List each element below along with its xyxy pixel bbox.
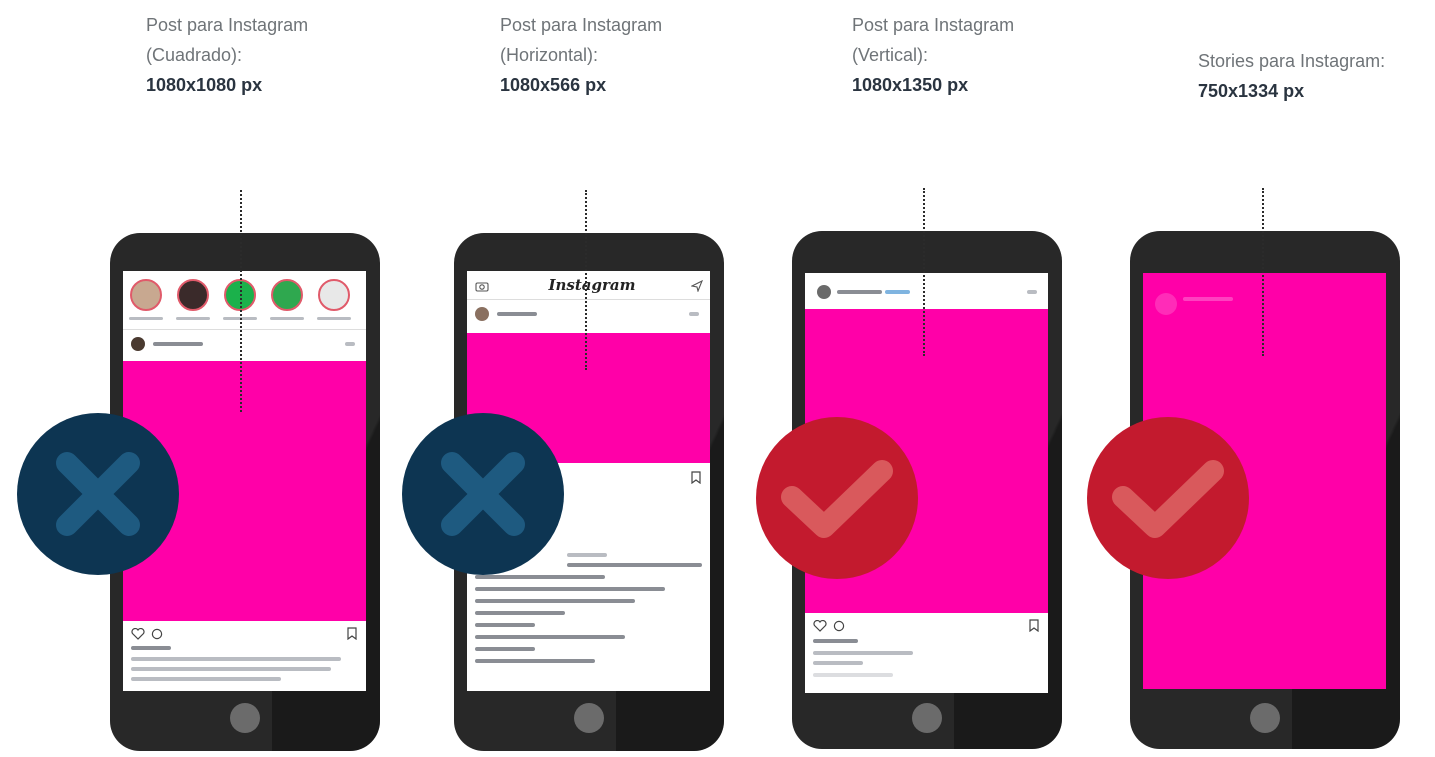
camera-icon (475, 282, 489, 292)
send-icon (691, 280, 703, 292)
bookmark-icon (347, 627, 357, 640)
story-avatar (177, 279, 209, 311)
cross-icon (56, 452, 140, 536)
heart-icon (813, 620, 827, 632)
dotted-guide (240, 190, 242, 412)
caption-horizontal: Post para Instagram (Horizontal): 1080x5… (500, 10, 662, 100)
valid-badge-vertical (756, 417, 918, 579)
story-avatar (1155, 293, 1177, 315)
heart-icon (131, 628, 145, 640)
caption-horizontal-line2: (Horizontal): (500, 45, 599, 65)
story-avatar (318, 279, 350, 311)
caption-square-size: 1080x1080 px (146, 75, 263, 95)
home-button (912, 703, 942, 733)
check-icon (1112, 460, 1224, 538)
post-avatar (475, 307, 489, 321)
dotted-guide (585, 190, 587, 370)
caption-square-line1: Post para Instagram (146, 15, 309, 35)
caption-stories: Stories para Instagram: 750x1334 px (1198, 46, 1385, 106)
caption-stories-size: 750x1334 px (1198, 81, 1305, 101)
invalid-badge-square (17, 413, 179, 575)
post-avatar (131, 337, 145, 351)
comment-icon (833, 620, 845, 632)
bookmark-icon (691, 471, 701, 484)
home-button (574, 703, 604, 733)
check-icon (781, 460, 893, 538)
home-button (1250, 703, 1280, 733)
comment-icon (151, 628, 163, 640)
bookmark-icon (1029, 619, 1039, 632)
caption-square-line2: (Cuadrado): (146, 45, 243, 65)
invalid-badge-horizontal (402, 413, 564, 575)
caption-vertical-size: 1080x1350 px (852, 75, 969, 95)
valid-badge-stories (1087, 417, 1249, 579)
story-avatar (271, 279, 303, 311)
dotted-guide (1262, 188, 1264, 356)
caption-square: Post para Instagram (Cuadrado): 1080x108… (146, 10, 308, 100)
caption-vertical: Post para Instagram (Vertical): 1080x135… (852, 10, 1014, 100)
app-logo: Instagram (548, 276, 636, 294)
caption-vertical-line2: (Vertical): (852, 45, 929, 65)
story-avatar (130, 279, 162, 311)
cross-icon (441, 452, 525, 536)
caption-horizontal-line1: Post para Instagram (500, 15, 663, 35)
post-avatar (817, 285, 831, 299)
home-button (230, 703, 260, 733)
dotted-guide (923, 188, 925, 356)
caption-vertical-line1: Post para Instagram (852, 15, 1015, 35)
caption-stories-line1: Stories para Instagram: (1198, 51, 1386, 71)
caption-horizontal-size: 1080x566 px (500, 75, 607, 95)
